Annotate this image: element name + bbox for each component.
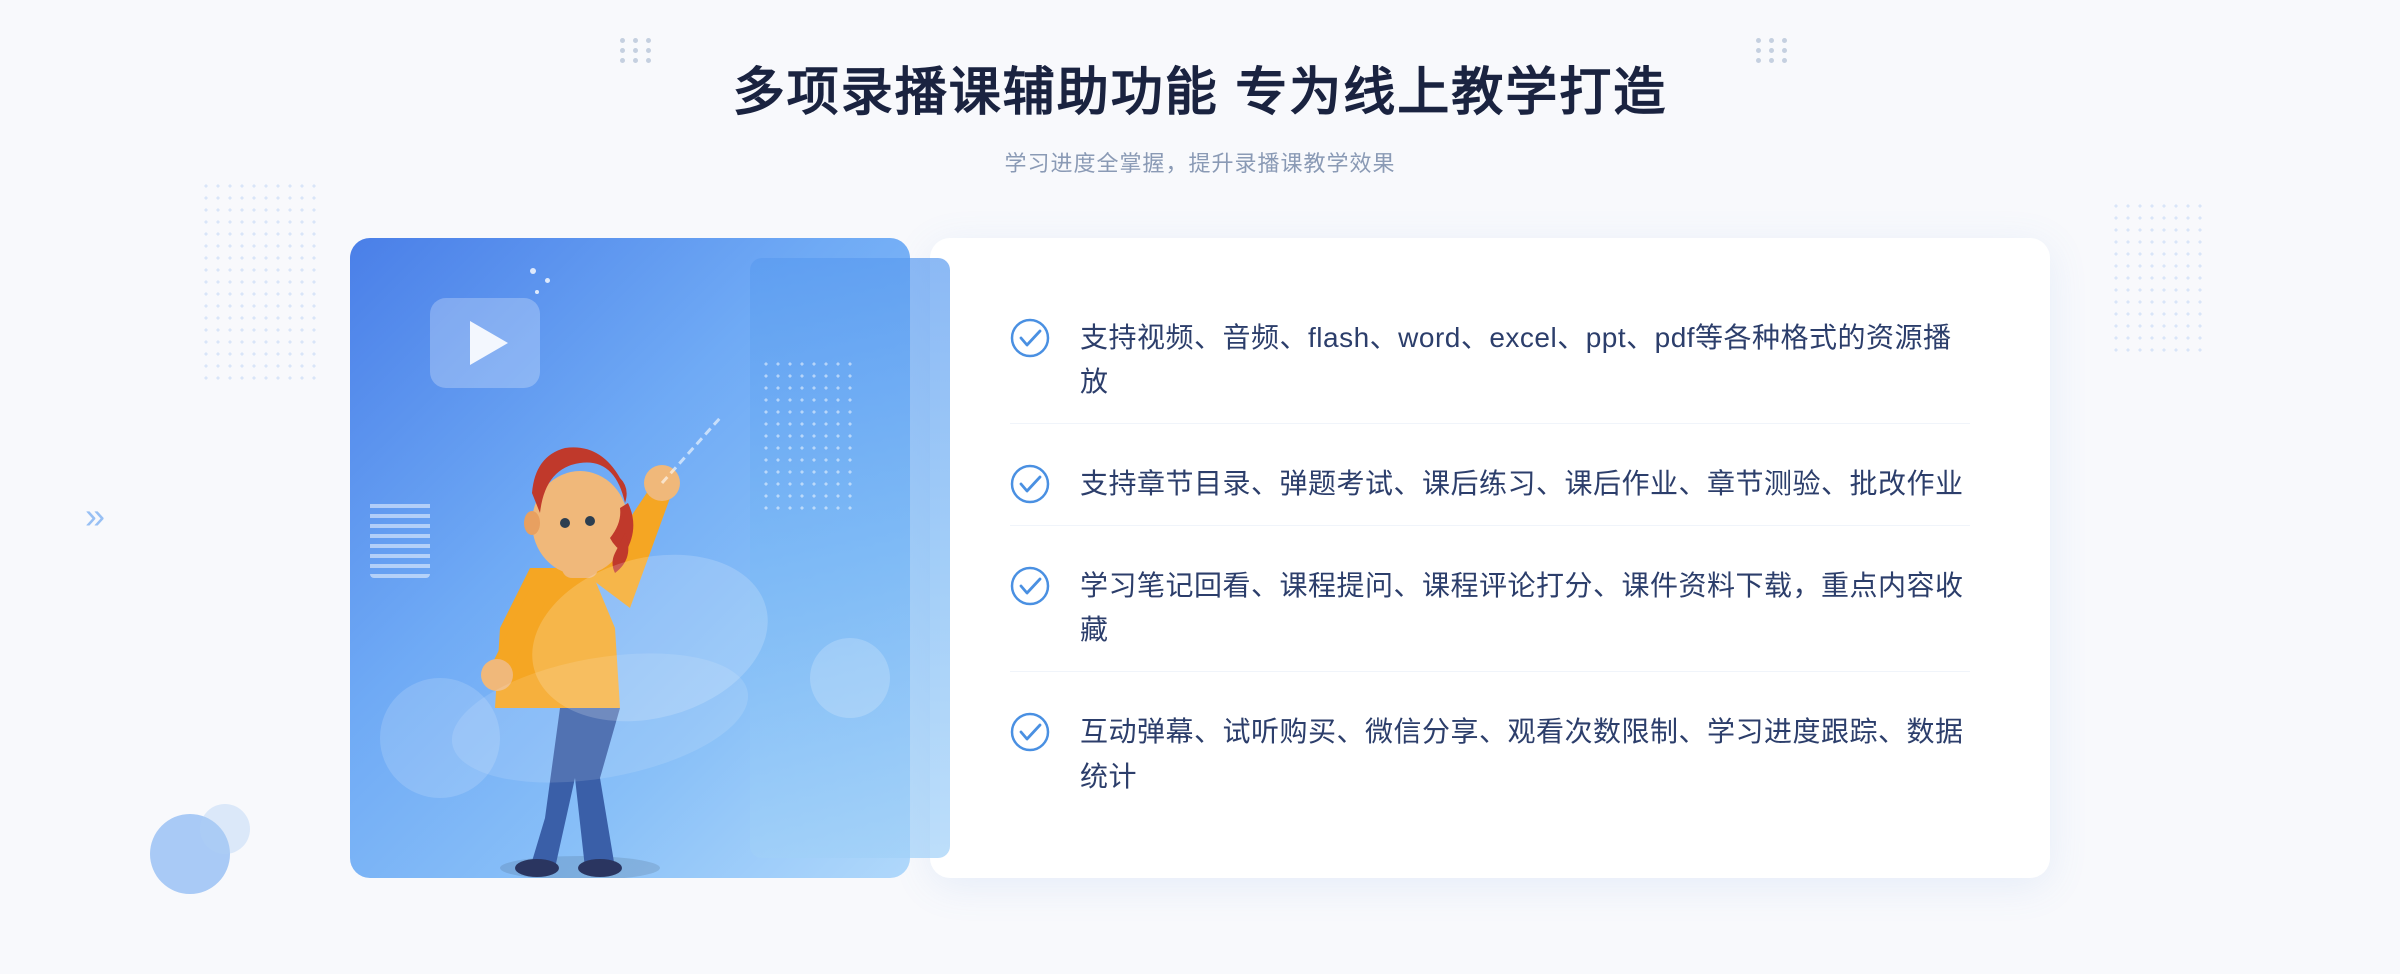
check-icon-2 (1010, 464, 1050, 504)
person-illustration (400, 338, 780, 878)
content-area: 支持视频、音频、flash、word、excel、ppt、pdf等各种格式的资源… (350, 238, 2050, 878)
illustration-panel-right (750, 258, 950, 858)
bg-dots-right (2110, 200, 2210, 360)
feature-text-1: 支持视频、音频、flash、word、excel、ppt、pdf等各种格式的资源… (1080, 316, 1970, 406)
bottom-circle-light (200, 804, 250, 854)
feature-item-1: 支持视频、音频、flash、word、excel、ppt、pdf等各种格式的资源… (1010, 298, 1970, 425)
feature-item-2: 支持章节目录、弹题考试、课后练习、课后作业、章节测验、批改作业 (1010, 444, 1970, 526)
header-section: 多项录播课辅助功能 专为线上教学打造 学习进度全掌握，提升录播课教学效果 (0, 0, 2400, 178)
illustration-card (350, 238, 910, 878)
feature-item-4: 互动弹幕、试听购买、微信分享、观看次数限制、学习进度跟踪、数据统计 (1010, 692, 1970, 818)
title-decoration-right (1756, 38, 1790, 63)
bg-dots-left (200, 180, 320, 380)
check-icon-1 (1010, 318, 1050, 358)
feature-item-3: 学习笔记回看、课程提问、课程评论打分、课件资料下载，重点内容收藏 (1010, 546, 1970, 673)
features-panel: 支持视频、音频、flash、word、excel、ppt、pdf等各种格式的资源… (930, 238, 2050, 878)
left-navigation-arrow: » (85, 496, 105, 536)
check-icon-4 (1010, 712, 1050, 752)
feature-text-3: 学习笔记回看、课程提问、课程评论打分、课件资料下载，重点内容收藏 (1080, 564, 1970, 654)
page-subtitle: 学习进度全掌握，提升录播课教学效果 (0, 146, 2400, 178)
feature-text-2: 支持章节目录、弹题考试、课后练习、课后作业、章节测验、批改作业 (1080, 462, 1964, 507)
page-container: » 多项录播课辅助功能 专为线上教学打造 学习进度全掌握，提升录播课教学效果 (0, 0, 2400, 974)
page-title: 多项录播课辅助功能 专为线上教学打造 (0, 60, 2400, 128)
feature-text-4: 互动弹幕、试听购买、微信分享、观看次数限制、学习进度跟踪、数据统计 (1080, 710, 1970, 800)
title-decoration-left (620, 38, 654, 63)
check-icon-3 (1010, 566, 1050, 606)
deco-circle-small (810, 638, 890, 718)
